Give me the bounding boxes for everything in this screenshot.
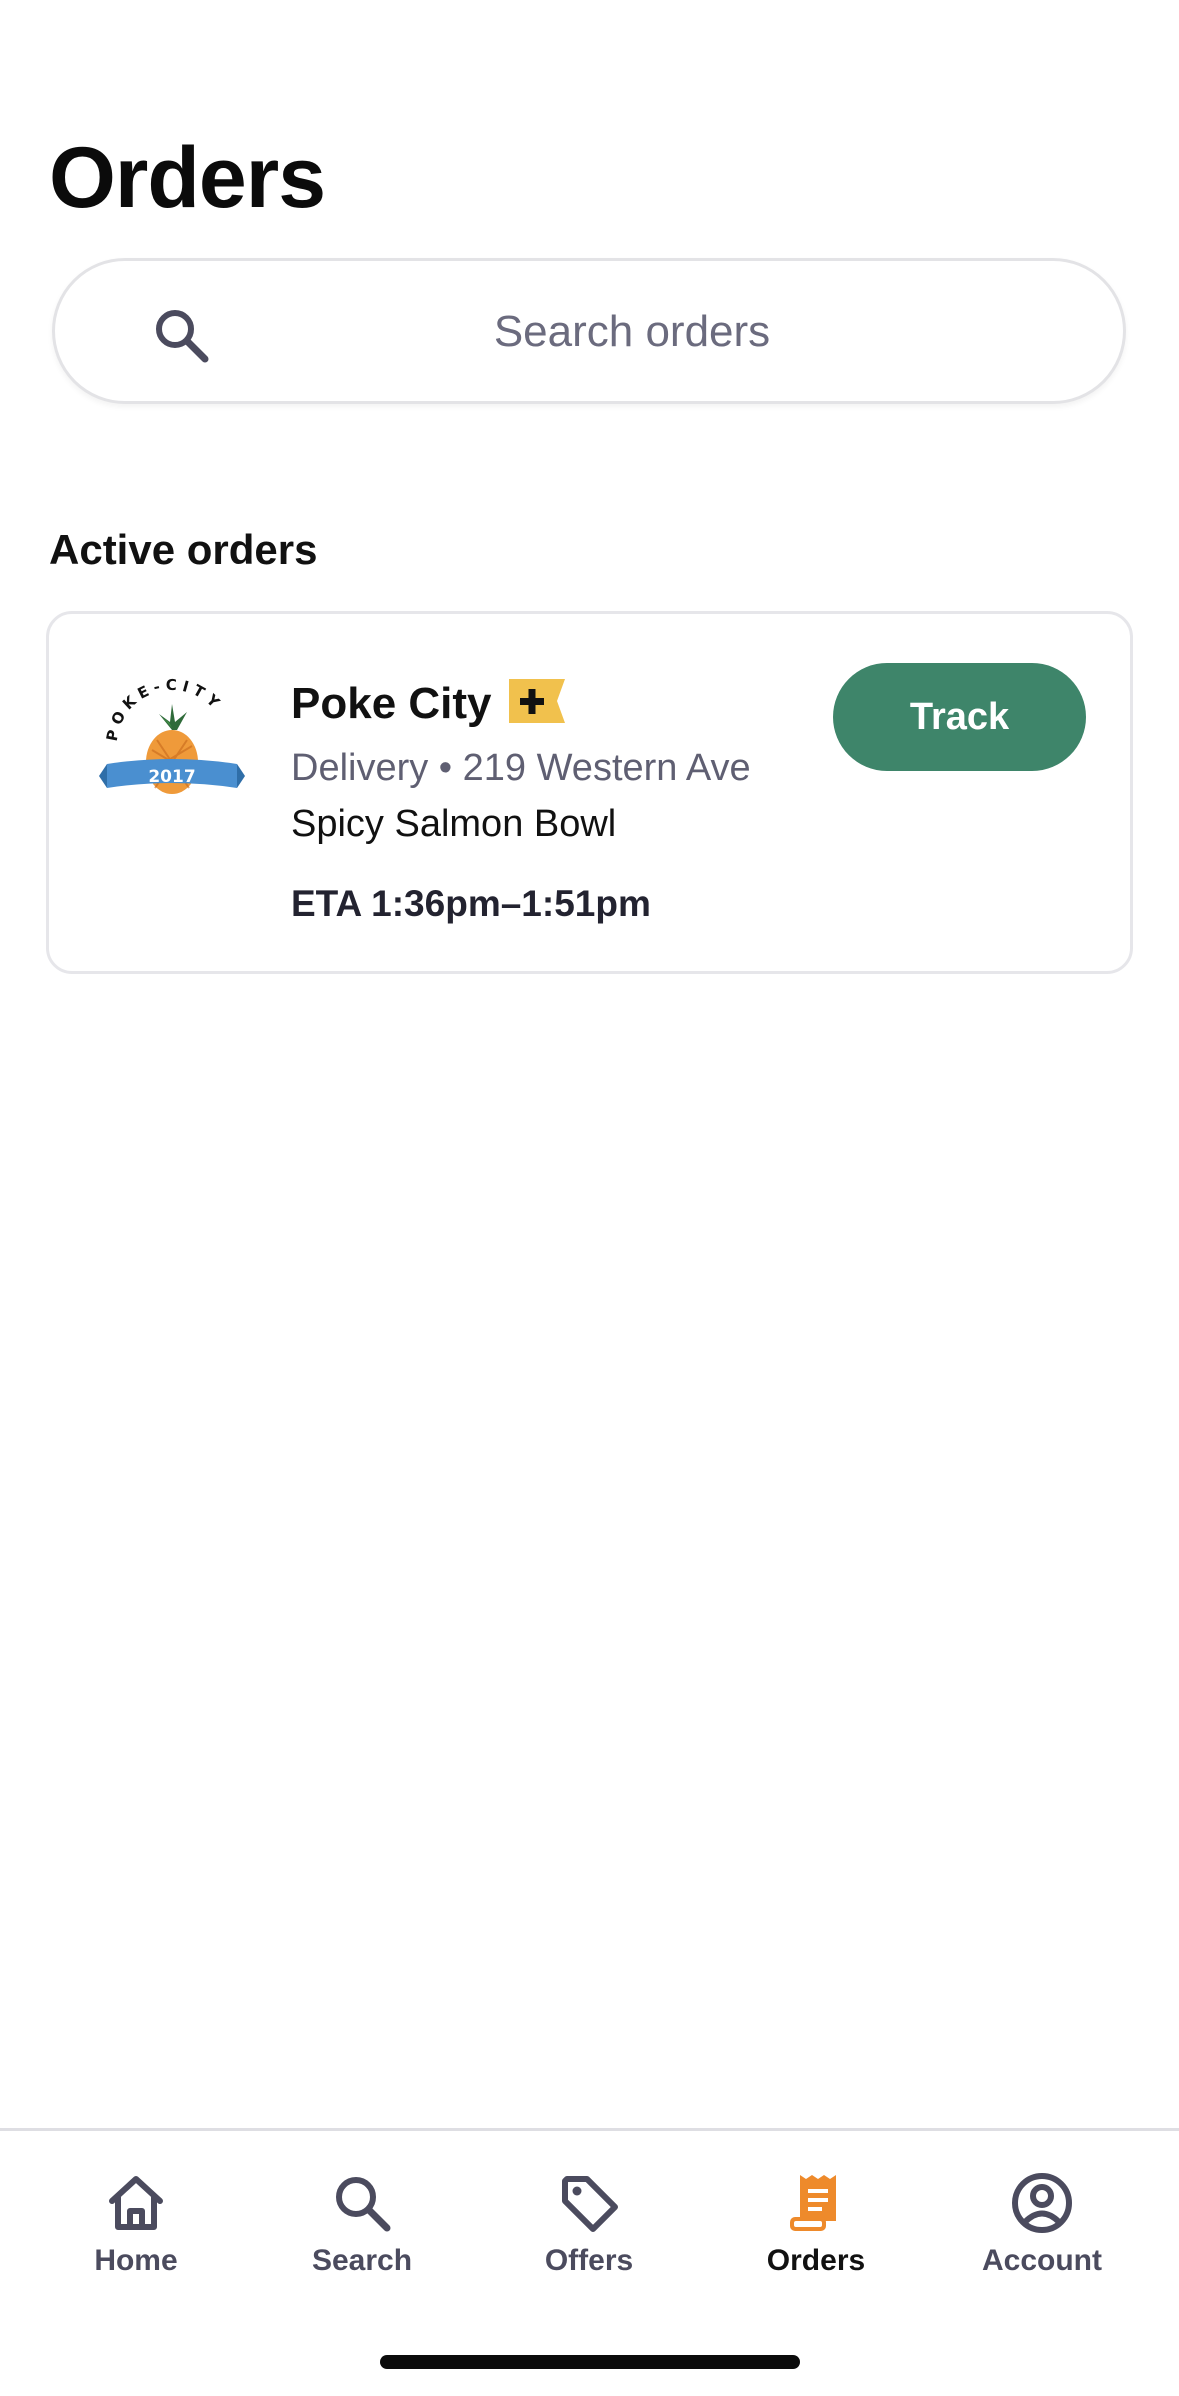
store-name: Poke City (291, 679, 492, 728)
tab-account[interactable]: Account (942, 2171, 1142, 2291)
order-delivery-info: Delivery • 219 Western Ave (291, 747, 751, 789)
tab-orders[interactable]: Orders (716, 2171, 916, 2291)
tag-icon (562, 2176, 618, 2232)
plus-badge-icon (509, 679, 565, 723)
search-bar[interactable] (52, 258, 1126, 404)
tab-orders-label: Orders (766, 2244, 866, 2277)
search-icon (336, 2177, 391, 2232)
search-input[interactable] (235, 281, 1029, 383)
logo-year: 2017 (148, 767, 195, 787)
tab-offers[interactable]: Offers (489, 2171, 689, 2291)
tab-account-label: Account (982, 2244, 1102, 2277)
account-icon (1012, 2173, 1072, 2233)
order-item: Spicy Salmon Bowl (291, 803, 617, 845)
receipt-icon (790, 2175, 836, 2231)
home-icon (109, 2176, 163, 2230)
active-orders-heading: Active orders (49, 526, 318, 573)
poke-city-logo: POKE-CITY 2017 (99, 676, 245, 794)
order-card[interactable]: POKE-CITY 2017 Poke City Delivery • 219 … (46, 611, 1133, 974)
tab-search[interactable]: Search (262, 2171, 462, 2291)
tab-search-label: Search (311, 2244, 413, 2277)
tab-home[interactable]: Home (36, 2171, 236, 2291)
tab-offers-label: Offers (544, 2244, 634, 2277)
page-title: Orders (49, 130, 326, 226)
track-button[interactable]: Track (833, 663, 1086, 771)
home-indicator[interactable] (380, 2355, 800, 2369)
order-eta: ETA 1:36pm–1:51pm (291, 883, 651, 924)
tab-home-label: Home (94, 2244, 178, 2277)
search-icon (156, 310, 209, 363)
